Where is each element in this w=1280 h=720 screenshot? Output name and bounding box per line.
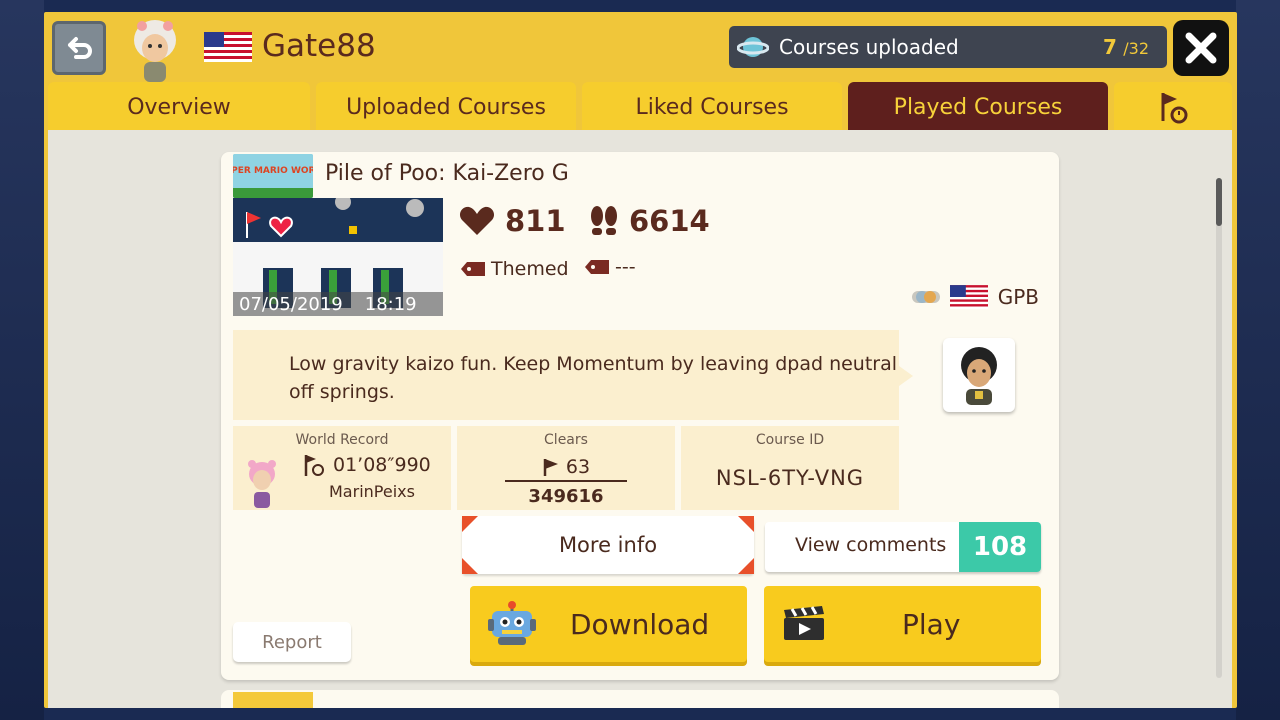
close-icon xyxy=(1185,32,1217,64)
course-thumbnail[interactable]: 07/05/2019 18:19 xyxy=(233,198,443,316)
more-info-label: More info xyxy=(558,533,658,557)
course-id-label: Course ID xyxy=(755,432,825,448)
flag-timer-tab-icon xyxy=(1161,93,1188,124)
plays-stat: 6614 xyxy=(587,204,710,238)
likes-stat: 811 xyxy=(459,204,566,238)
courses-uploaded-indicator: Courses uploaded 7 /32 xyxy=(729,26,1167,68)
comment-count-badge: 108 xyxy=(959,522,1041,572)
clapperboard-icon xyxy=(784,606,824,640)
profile-window: Gate88 Courses uploaded 7 /32 Overview U… xyxy=(44,12,1237,708)
play-button[interactable]: Play xyxy=(764,586,1041,662)
world-record-label: World Record xyxy=(295,432,389,448)
corner-decoration xyxy=(462,516,478,532)
course-id: NSL-6TY-VNG xyxy=(715,466,865,490)
world-record-panel[interactable]: World Record 01’08″990 MarinPeixs xyxy=(233,426,451,510)
tab-uploaded-courses[interactable]: Uploaded Courses xyxy=(316,82,576,132)
course-tag-2-label: --- xyxy=(615,256,636,278)
record-holder-avatar xyxy=(248,460,276,508)
view-comments-button[interactable]: View comments 108 xyxy=(765,522,1041,572)
download-label: Download xyxy=(570,607,710,641)
corner-decoration xyxy=(738,516,754,532)
heart-icon xyxy=(459,206,495,235)
timer-flag-icon xyxy=(304,455,324,476)
maker-region-label: GPB xyxy=(997,285,1039,309)
close-button[interactable] xyxy=(1173,20,1229,76)
tab-played-courses[interactable]: Played Courses xyxy=(848,82,1108,132)
uploaded-current: 7 xyxy=(1102,35,1117,59)
planet-icon xyxy=(737,37,769,57)
back-button[interactable] xyxy=(52,21,106,75)
report-button[interactable]: Report xyxy=(233,622,351,662)
scrollbar-track[interactable] xyxy=(1216,178,1222,678)
tab-liked-courses[interactable]: Liked Courses xyxy=(582,82,842,132)
next-course-style-logo xyxy=(233,692,313,708)
clears-count: 63 xyxy=(565,456,591,478)
background-left xyxy=(0,0,44,720)
back-arrow-icon xyxy=(68,37,92,59)
tab-flag-timer[interactable] xyxy=(1114,82,1232,132)
download-button[interactable]: Download xyxy=(470,586,747,662)
view-comments-label: View comments xyxy=(795,534,947,556)
background-right xyxy=(1236,0,1280,720)
course-id-panel: Course ID NSL-6TY-VNG xyxy=(681,426,899,510)
courses-uploaded-label: Courses uploaded xyxy=(779,35,959,59)
username: Gate88 xyxy=(262,28,376,64)
tab-overview[interactable]: Overview xyxy=(48,82,310,132)
description-pointer xyxy=(899,366,913,386)
upload-time: 18:19 xyxy=(364,293,417,315)
us-flag-icon xyxy=(949,285,988,309)
clears-panel: Clears 63 349616 xyxy=(457,426,675,510)
more-info-button[interactable]: More info xyxy=(462,516,754,574)
footprints-icon xyxy=(591,206,617,235)
corner-decoration xyxy=(462,558,478,574)
robot-icon xyxy=(488,601,536,645)
attempts-count: 349616 xyxy=(528,486,604,507)
corner-decoration xyxy=(738,558,754,574)
toggle-pill-icon xyxy=(911,291,940,303)
report-label: Report xyxy=(262,631,322,653)
us-flag-icon xyxy=(204,32,252,62)
tag-icon xyxy=(461,262,485,276)
clears-divider xyxy=(505,480,627,482)
world-record-holder: MarinPeixs xyxy=(329,482,415,501)
game-style-logo: SUPER MARIO WORLD xyxy=(233,154,313,198)
clear-flag-icon xyxy=(543,459,558,476)
course-description: Low gravity kaizo fun. Keep Momentum by … xyxy=(233,330,899,420)
play-label: Play xyxy=(902,607,961,641)
tag-icon xyxy=(585,260,609,274)
course-tag-1: Themed xyxy=(461,258,569,280)
world-record-time-row: 01’08″990 xyxy=(301,452,431,478)
next-course-card[interactable] xyxy=(221,690,1059,708)
uploaded-total: /32 xyxy=(1123,39,1149,58)
upload-date: 07/05/2019 xyxy=(239,293,343,315)
course-tag-2: --- xyxy=(585,256,636,278)
course-card: SUPER MARIO WORLD Pile of Poo: Kai-Zero … xyxy=(221,152,1059,680)
profile-tabs: Overview Uploaded Courses Liked Courses … xyxy=(48,80,1232,132)
style-logo-text: SUPER MARIO WORLD xyxy=(233,166,313,176)
maker-region: GPB xyxy=(911,284,1039,310)
profile-header: Gate88 Courses uploaded 7 /32 xyxy=(44,12,1237,82)
creator-avatar[interactable] xyxy=(943,338,1015,412)
course-tag-1-label: Themed xyxy=(491,258,569,280)
courses-uploaded-count: 7 /32 xyxy=(1103,35,1149,59)
player-avatar xyxy=(132,18,178,82)
upload-datetime: 07/05/2019 18:19 xyxy=(233,292,443,316)
likes-count: 811 xyxy=(505,204,566,238)
plays-count: 6614 xyxy=(629,204,710,238)
course-title: Pile of Poo: Kai-Zero G xyxy=(325,161,569,186)
world-record-time: 01’08″990 xyxy=(333,454,431,476)
clears-row: 63 xyxy=(457,456,675,478)
scrollbar-thumb[interactable] xyxy=(1216,178,1222,226)
course-list: SUPER MARIO WORLD Pile of Poo: Kai-Zero … xyxy=(48,130,1232,708)
clears-label: Clears xyxy=(544,432,588,448)
